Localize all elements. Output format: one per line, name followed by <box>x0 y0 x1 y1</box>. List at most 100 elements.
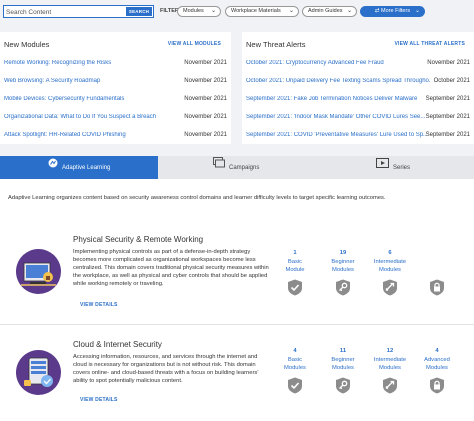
list-item[interactable]: Web Browsing: A Security Roadmap Novembe… <box>0 74 231 91</box>
level-count: 11 <box>339 348 347 354</box>
card-title: New Modules <box>4 40 50 49</box>
module-date: November 2021 <box>184 78 227 84</box>
level-count: 1 <box>293 250 297 256</box>
cloud-security-illustration <box>16 350 61 395</box>
level-unit: Modules <box>426 365 448 371</box>
domain-physical-security: Physical Security & Remote Working Imple… <box>0 219 474 329</box>
series-icon <box>376 156 389 179</box>
domain-description: Implementing physical controls as part o… <box>73 249 269 287</box>
module-date: November 2021 <box>184 132 227 138</box>
chevron-down-icon: ⌄ <box>414 8 420 14</box>
list-item[interactable]: September 2021: COVID 'Preventative Meas… <box>242 128 474 145</box>
intermediate-shield-icon <box>383 279 397 296</box>
tab-label: Campaigns <box>229 165 260 172</box>
tab-adaptive-learning[interactable]: Adaptive Learning <box>0 156 158 179</box>
intermediate-shield-icon <box>383 377 397 394</box>
modules-dropdown[interactable]: Modules ⌄ <box>177 6 221 17</box>
threat-alerts-card: New Threat Alerts VIEW ALL THREAT ALERTS… <box>242 32 474 144</box>
level-basic[interactable]: 4 Basic Modules <box>273 347 317 373</box>
domain-cloud-security: Cloud & Internet Security Accessing info… <box>0 329 474 421</box>
domain-description: Accessing information, resources, and se… <box>73 354 259 384</box>
module-date: November 2021 <box>184 114 227 120</box>
card-title: New Threat Alerts <box>246 40 306 49</box>
advanced-shield-icon <box>430 279 444 296</box>
view-all-modules-link[interactable]: VIEW ALL MODULES <box>168 41 221 47</box>
view-details-link[interactable]: VIEW DETAILS <box>80 302 118 308</box>
level-basic[interactable]: 1 Basic Module <box>273 249 317 275</box>
chevron-down-icon: ⌄ <box>288 8 294 14</box>
more-filters-button[interactable]: ⇄ More Filters ⌄ <box>360 6 425 17</box>
level-unit: Modules <box>379 267 401 273</box>
list-item[interactable]: Organizational Data: What to Do If You S… <box>0 110 231 127</box>
beginner-shield-icon <box>336 377 350 394</box>
workplace-materials-dropdown[interactable]: Workplace Materials ⌄ <box>225 6 299 17</box>
list-item[interactable]: Remote Working: Recognizing the Risks No… <box>0 56 231 73</box>
list-item[interactable]: September 2021: 'Indoor Mask Mandate' Ot… <box>242 110 474 127</box>
search-button[interactable]: SEARCH <box>126 7 152 16</box>
module-title[interactable]: Attack Spotlight: HR-Related COVID Phish… <box>4 132 174 138</box>
level-unit: Modules <box>332 365 354 371</box>
physical-security-illustration <box>16 249 61 294</box>
list-item[interactable]: Mobile Devices: Cybersecurity Fundamenta… <box>0 92 231 109</box>
module-date: November 2021 <box>184 96 227 102</box>
campaigns-icon <box>213 156 225 179</box>
alert-title[interactable]: September 2021: COVID 'Preventative Meas… <box>246 132 426 138</box>
list-item[interactable]: October 2021: Unpaid Delivery Fee Textin… <box>242 74 474 91</box>
basic-shield-icon <box>288 279 302 296</box>
alert-title[interactable]: September 2021: Fake Job Termination Not… <box>246 96 424 102</box>
dropdown-label: Workplace Materials <box>231 8 281 14</box>
filter-icon: ⇄ <box>374 8 380 14</box>
level-unit: Module <box>285 267 305 273</box>
tab-label: Adaptive Learning <box>62 165 111 172</box>
level-unit: Modules <box>332 267 354 273</box>
level-count: 19 <box>339 250 347 256</box>
alert-date: September 2021 <box>425 96 470 102</box>
view-details-link[interactable]: VIEW DETAILS <box>80 397 118 403</box>
advanced-shield-icon <box>430 377 444 394</box>
module-date: November 2021 <box>184 60 227 66</box>
level-advanced[interactable]: 4 Advanced Modules <box>415 347 459 373</box>
admin-guides-dropdown[interactable]: Admin Guides ⌄ <box>302 6 357 17</box>
module-title[interactable]: Web Browsing: A Security Roadmap <box>4 78 174 84</box>
module-title[interactable]: Mobile Devices: Cybersecurity Fundamenta… <box>4 96 174 102</box>
adaptive-learning-icon <box>48 156 58 179</box>
chevron-down-icon: ⌄ <box>346 8 352 14</box>
search-box: SEARCH <box>3 5 154 18</box>
level-name: Intermediate <box>373 356 407 363</box>
view-all-threat-alerts-link[interactable]: VIEW ALL THREAT ALERTS <box>394 41 465 47</box>
tab-series[interactable]: Series <box>376 156 456 179</box>
list-item[interactable]: October 2021: Cryptocurrency Advanced Fe… <box>242 56 474 73</box>
level-count: 6 <box>388 250 392 256</box>
alert-title[interactable]: October 2021: Unpaid Delivery Fee Textin… <box>246 78 430 84</box>
level-count: 12 <box>386 348 394 354</box>
module-title[interactable]: Organizational Data: What to Do If You S… <box>4 114 174 120</box>
alert-date: September 2021 <box>425 132 470 138</box>
tab-campaigns[interactable]: Campaigns <box>213 156 303 179</box>
level-intermediate[interactable]: 6 Intermediate Modules <box>368 249 412 275</box>
dropdown-label: Modules <box>183 8 204 14</box>
filter-bar: SEARCH FILTER: Modules ⌄ Workplace Mater… <box>0 0 474 22</box>
level-intermediate[interactable]: 12 Intermediate Modules <box>368 347 412 373</box>
level-beginner[interactable]: 11 Beginner Modules <box>321 347 365 373</box>
level-beginner[interactable]: 19 Beginner Modules <box>321 249 365 275</box>
basic-shield-icon <box>288 377 302 394</box>
level-name: Beginner <box>331 356 355 363</box>
alert-title[interactable]: September 2021: 'Indoor Mask Mandate' Ot… <box>246 114 426 120</box>
domain-title: Cloud & Internet Security <box>73 340 162 349</box>
intro-text: Adaptive Learning organizes content base… <box>8 195 386 201</box>
level-count: 4 <box>293 348 297 354</box>
alert-title[interactable]: October 2021: Cryptocurrency Advanced Fe… <box>246 60 424 66</box>
level-name: Advanced <box>424 356 450 363</box>
search-input[interactable] <box>6 7 124 17</box>
beginner-shield-icon <box>336 279 350 296</box>
module-title[interactable]: Remote Working: Recognizing the Risks <box>4 60 174 66</box>
divider <box>0 324 474 325</box>
level-name: Beginner <box>331 258 355 265</box>
more-filters-label: More Filters <box>381 8 411 14</box>
level-name: Basic <box>287 258 303 265</box>
alert-date: November 2021 <box>427 60 470 66</box>
level-name: Basic <box>287 356 303 363</box>
list-item[interactable]: September 2021: Fake Job Termination Not… <box>242 92 474 109</box>
new-modules-card: New Modules VIEW ALL MODULES Remote Work… <box>0 32 231 144</box>
list-item[interactable]: Attack Spotlight: HR-Related COVID Phish… <box>0 128 231 145</box>
